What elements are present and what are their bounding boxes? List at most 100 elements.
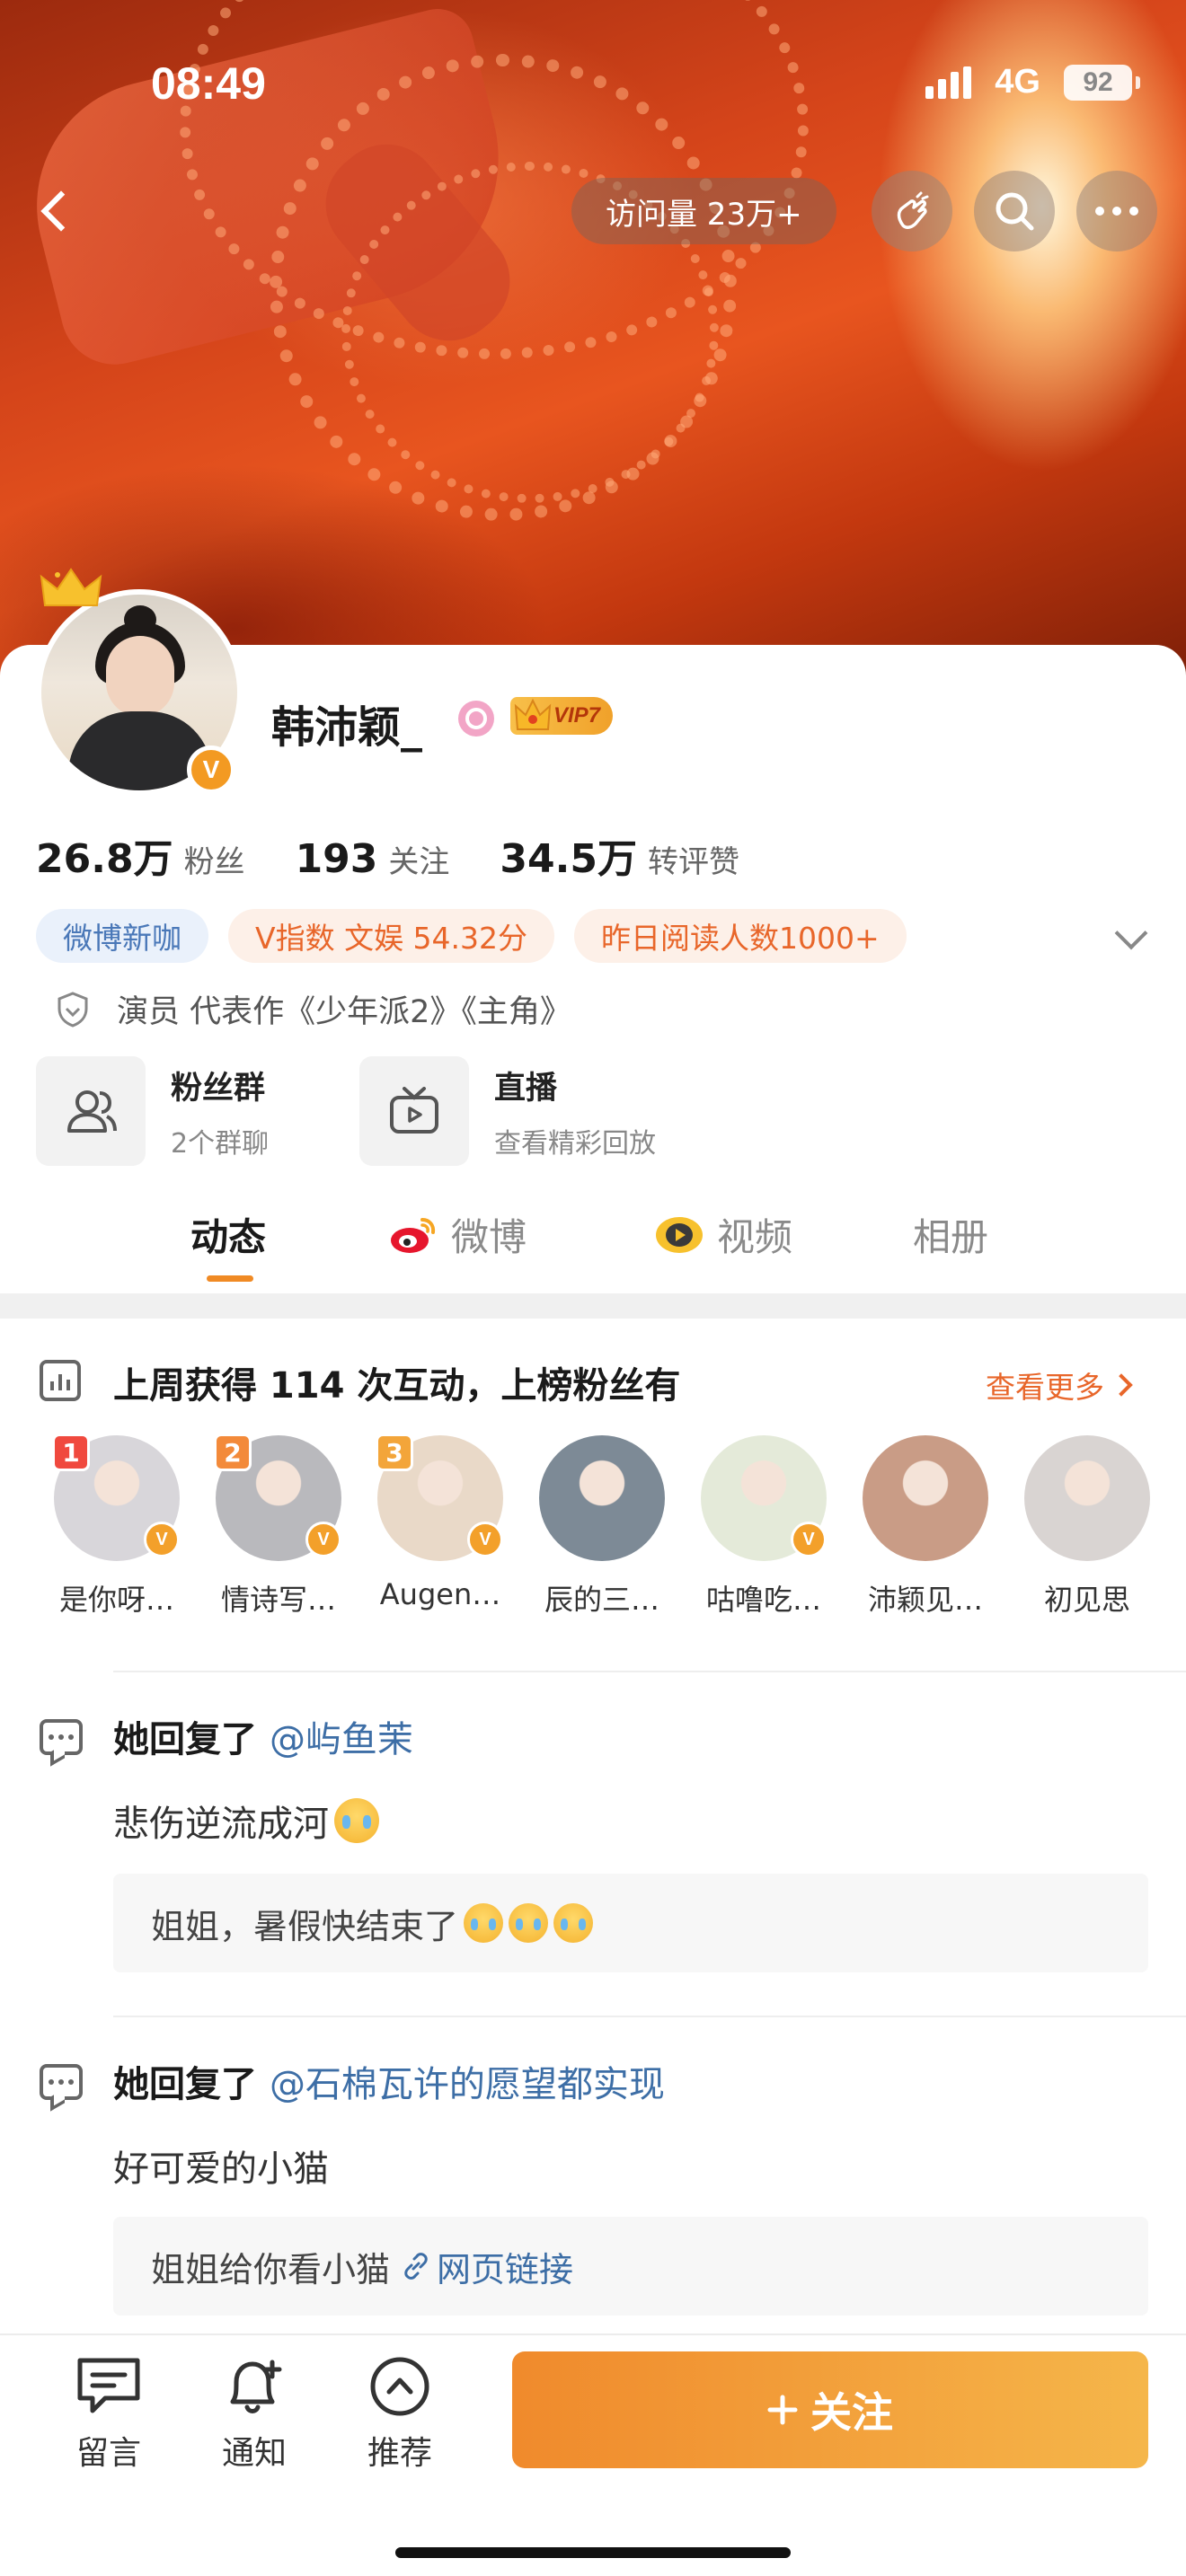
- female-gender-icon: [458, 701, 494, 737]
- back-button[interactable]: [23, 180, 86, 243]
- follow-button[interactable]: 关注: [512, 2351, 1148, 2468]
- active-tab-indicator: [207, 1275, 253, 1282]
- profile-tabs: 动态 微博 视频 相册: [0, 1195, 1186, 1284]
- visit-count-pill[interactable]: 访问量 23万+: [571, 178, 836, 244]
- shield-icon: [58, 991, 88, 1028]
- see-more-label: 查看更多: [986, 1370, 1104, 1405]
- stat-label: 关注: [388, 844, 450, 880]
- quote-text: 姐姐给你看小猫: [151, 2249, 391, 2289]
- top-fan-item[interactable]: 初见思: [1020, 1435, 1155, 1619]
- fan-name: 情诗写…: [220, 1583, 336, 1617]
- tab-album[interactable]: 相册: [913, 1207, 988, 1262]
- link-icon: [404, 2253, 428, 2280]
- post-body[interactable]: 悲伤逆流成河: [113, 1795, 379, 1847]
- stat-following[interactable]: 193 关注: [296, 836, 450, 882]
- section-divider: [0, 1293, 1186, 1319]
- verified-badge: V: [187, 745, 235, 794]
- notify-label: 通知: [221, 2435, 287, 2472]
- post-text: 好可爱的小猫: [113, 2148, 329, 2190]
- status-time: 08:49: [151, 58, 266, 109]
- tab-label: 相册: [913, 1215, 989, 1259]
- post-mention[interactable]: @石棉瓦许的愿望都实现: [270, 2064, 665, 2105]
- post-mention[interactable]: @屿鱼茉: [270, 1719, 413, 1760]
- fan-group-icon: [36, 1056, 146, 1166]
- like-gesture-button[interactable]: [872, 171, 952, 251]
- fan-avatar: V: [701, 1435, 827, 1561]
- message-button[interactable]: 留言: [50, 2355, 167, 2474]
- divider: [113, 1671, 1186, 1672]
- more-options-button[interactable]: [1076, 171, 1157, 251]
- post-body[interactable]: 好可爱的小猫: [113, 2139, 329, 2192]
- tag-new-user[interactable]: 微博新咖: [36, 909, 208, 963]
- fan-rank-badge: 2: [214, 1434, 252, 1471]
- recommend-label: 推荐: [367, 2435, 432, 2472]
- fan-rank-badge: 1: [52, 1434, 90, 1471]
- post-prefix: 她回复了: [113, 2064, 257, 2105]
- tab-label: 视频: [717, 1215, 793, 1259]
- tab-label: 动态: [190, 1215, 267, 1259]
- fan-verified-icon: V: [467, 1522, 503, 1557]
- profile-name: 韩沛颖_: [271, 702, 423, 753]
- tag-v-index[interactable]: V指数 文娱 54.32分: [228, 909, 555, 963]
- fan-name: 是你呀…: [58, 1583, 174, 1617]
- battery-icon: 92: [1064, 64, 1140, 101]
- top-fan-item[interactable]: 沛颖见…: [858, 1435, 993, 1619]
- quote-text: 姐姐，暑假快结束了: [151, 1906, 459, 1946]
- fan-name: Augen…: [379, 1577, 501, 1611]
- web-link-label: 网页链接: [437, 2249, 574, 2289]
- top-fan-item[interactable]: 1 V 是你呀…: [49, 1434, 184, 1619]
- top-fan-item[interactable]: V 咕噜吃…: [696, 1435, 831, 1619]
- profile-stats: 26.8万 粉丝 193 关注 34.5万 转评赞: [36, 826, 790, 884]
- stat-followers[interactable]: 26.8万 粉丝: [36, 826, 245, 884]
- plus-icon: [767, 2395, 798, 2425]
- fan-avatar: 2V: [214, 1434, 341, 1561]
- stat-value: 34.5万: [500, 836, 637, 882]
- tab-video[interactable]: 视频: [654, 1207, 792, 1262]
- crying-emoji-icon: [334, 1798, 379, 1843]
- finger-heart-icon: [897, 191, 929, 229]
- fan-avatar: [539, 1435, 665, 1561]
- tab-label: 微博: [451, 1215, 527, 1259]
- stat-value: 193: [295, 836, 378, 882]
- top-fan-item[interactable]: 2 V 情诗写…: [211, 1434, 346, 1619]
- fan-name: 初见思: [1043, 1583, 1130, 1617]
- quick-link-subtitle: 查看精彩回放: [494, 1127, 656, 1160]
- comment-bubble-icon: [40, 2064, 83, 2100]
- tab-activity[interactable]: 动态: [190, 1207, 266, 1262]
- tv-icon: [359, 1056, 469, 1166]
- notify-button[interactable]: 通知: [196, 2355, 313, 2474]
- bio-text: 演员 代表作《少年派2》《主角》: [117, 994, 571, 1030]
- stat-value: 26.8万: [36, 836, 173, 882]
- fan-verified-icon: V: [144, 1522, 180, 1557]
- live-stream-link[interactable]: 直播 查看精彩回放: [359, 1056, 656, 1166]
- quoted-comment[interactable]: 姐姐，暑假快结束了: [113, 1874, 1148, 1972]
- see-more-link[interactable]: 查看更多: [986, 1363, 1133, 1407]
- fan-group-link[interactable]: 粉丝群 2个群聊: [36, 1056, 269, 1166]
- crying-emoji-icon: [509, 1903, 549, 1943]
- stat-reposts-comments-likes[interactable]: 34.5万 转评赞: [500, 826, 739, 884]
- tab-weibo[interactable]: 微博: [388, 1207, 527, 1262]
- fan-avatar: 1V: [52, 1434, 180, 1561]
- search-button[interactable]: [974, 171, 1055, 251]
- fan-name: 咕噜吃…: [705, 1583, 821, 1617]
- crying-emoji-icon: [553, 1903, 594, 1943]
- tag-daily-readers[interactable]: 昨日阅读人数1000+: [574, 909, 907, 963]
- top-fan-item[interactable]: 辰的三…: [535, 1435, 669, 1619]
- post-header: 她回复了 @石棉瓦许的愿望都实现: [113, 2055, 665, 2107]
- post-header: 她回复了 @屿鱼茉: [113, 1710, 413, 1762]
- fan-avatar: [1024, 1435, 1150, 1561]
- bottom-action-bar: 留言 通知 推荐 关注: [0, 2333, 1186, 2576]
- follow-label: 关注: [810, 2388, 893, 2437]
- bell-plus-icon: [230, 2360, 282, 2413]
- signal-icon: [925, 66, 972, 99]
- top-fan-item[interactable]: 3 V Augen…: [373, 1434, 508, 1611]
- recommend-button[interactable]: 推荐: [341, 2355, 458, 2474]
- message-icon: [77, 2358, 140, 2413]
- comment-bubble-icon: [40, 1719, 83, 1755]
- web-link[interactable]: 网页链接: [401, 2242, 573, 2291]
- chevron-left-icon: [40, 190, 82, 232]
- quoted-comment[interactable]: 姐姐给你看小猫 网页链接: [113, 2217, 1148, 2316]
- vip-crown-icon: [514, 698, 552, 730]
- vip-level: VIP7: [553, 703, 601, 728]
- vip-badge[interactable]: VIP7: [510, 697, 614, 735]
